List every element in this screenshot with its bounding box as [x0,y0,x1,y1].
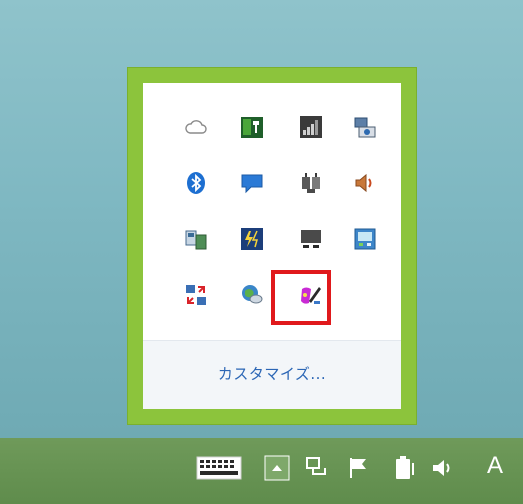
web-globe-icon[interactable] [240,283,264,307]
usb-plug-icon[interactable] [299,171,323,195]
taskbar: A [0,438,523,504]
bluetooth-icon[interactable] [184,171,208,195]
device-manager-icon[interactable] [184,227,208,251]
network-settings-icon[interactable] [353,115,377,139]
flyout-panel: カスタマイズ... [143,83,401,409]
power-boost-icon[interactable] [240,227,264,251]
usb-safely-remove-icon[interactable] [240,115,264,139]
monitor-display-icon[interactable] [299,227,323,251]
speaker-icon[interactable] [430,455,456,481]
battery-icon[interactable] [393,453,417,483]
calculator-screen-icon[interactable] [353,227,377,251]
flyout-footer: カスタマイズ... [143,340,401,409]
ime-mode-indicator[interactable]: A [487,452,503,480]
show-hidden-icons-chevron[interactable] [264,455,290,481]
signal-strength-icon[interactable] [299,115,323,139]
chat-message-icon[interactable] [240,171,264,195]
network-icon[interactable] [304,455,330,481]
onedrive-cloud-icon[interactable] [184,115,208,139]
keyboard-icon[interactable] [196,456,242,480]
highlight-box [271,270,331,325]
action-center-flag-icon[interactable] [346,455,372,481]
customize-link[interactable]: カスタマイズ... [143,363,401,384]
notification-overflow-flyout: カスタマイズ... [127,67,417,425]
sync-swap-icon[interactable] [184,283,208,307]
volume-icon[interactable] [353,171,377,195]
